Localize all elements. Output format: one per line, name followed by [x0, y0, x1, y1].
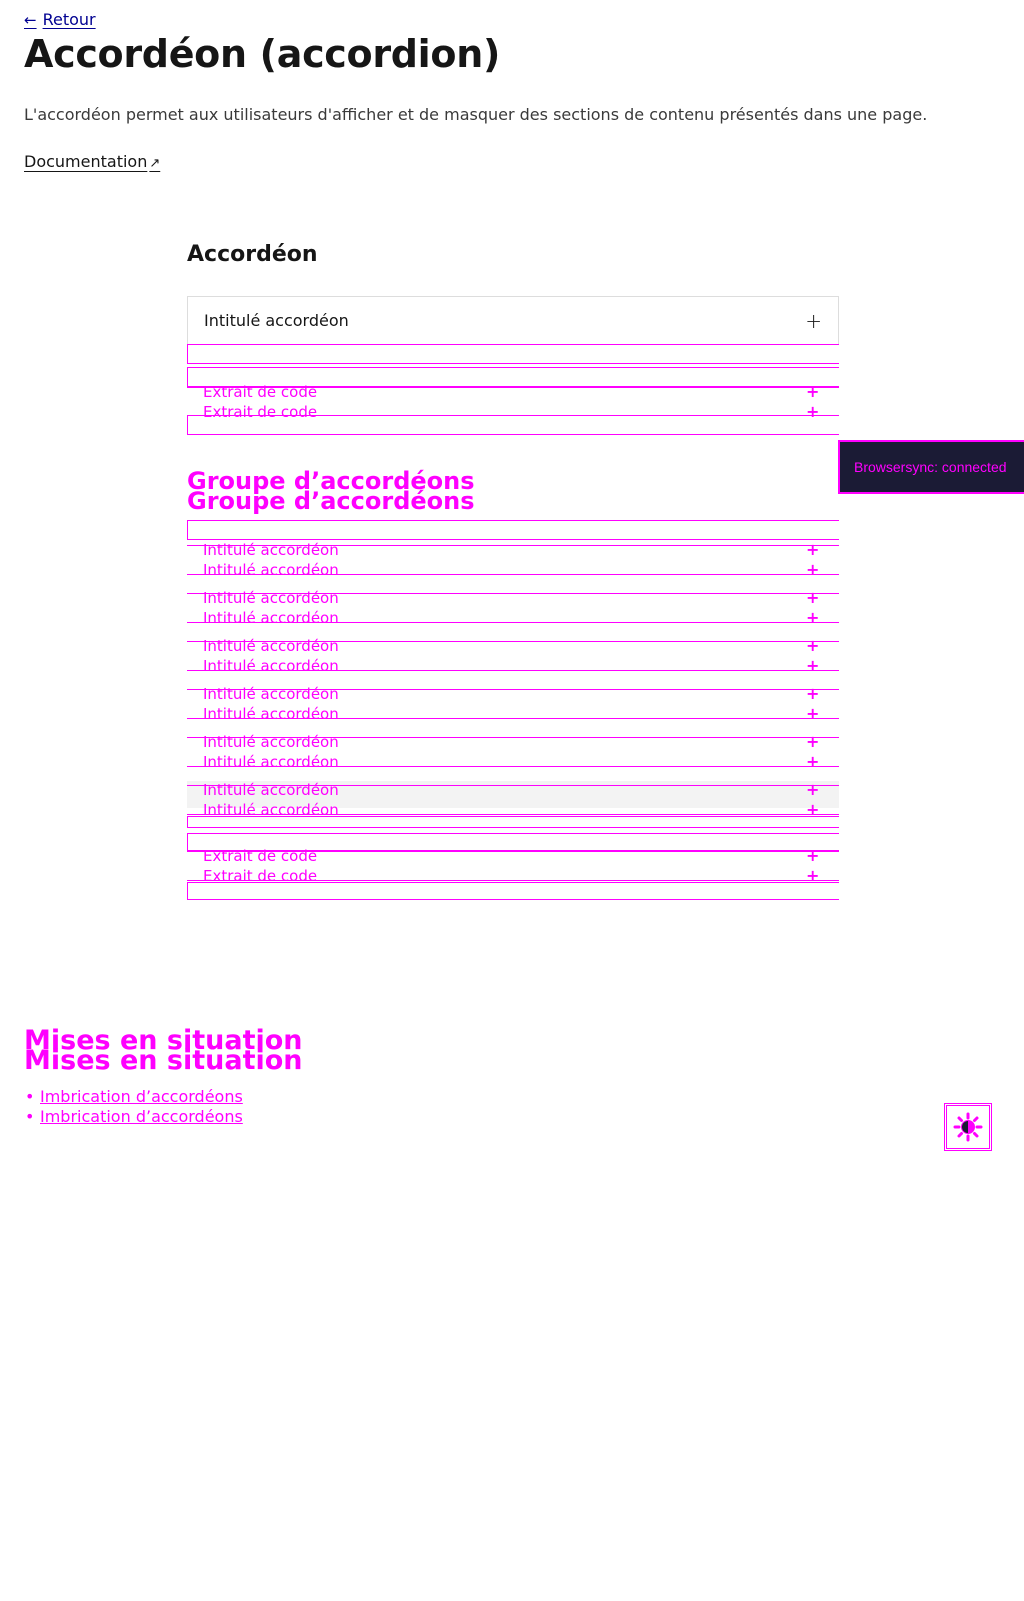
section-title-situations: Mises en situation: [24, 1045, 303, 1076]
back-link[interactable]: ← Retour: [24, 10, 96, 29]
browsersync-message: Browsersync: connected: [854, 459, 1007, 475]
accordion-label[interactable]: Intitulé accordéon: [203, 589, 339, 607]
plus-icon: +: [806, 608, 820, 627]
sun-contrast-icon: [953, 1112, 983, 1142]
plus-icon: +: [806, 752, 820, 771]
debug-outline: [187, 415, 839, 435]
debug-outline: [187, 344, 839, 364]
theme-toggle-button[interactable]: [944, 1103, 992, 1151]
debug-outline: [187, 880, 839, 881]
accordion-label[interactable]: Intitulé accordéon: [203, 685, 339, 703]
accordion-label[interactable]: Intitulé accordéon: [203, 705, 339, 723]
theme-toggle-inner: [946, 1105, 990, 1149]
debug-outline: [187, 814, 839, 815]
debug-outline: [187, 766, 839, 767]
debug-outline: [187, 574, 839, 575]
code-toggle-label[interactable]: Extrait de code: [203, 847, 317, 865]
accordion-label[interactable]: Intitulé accordéon: [203, 753, 339, 771]
accordion-label[interactable]: Intitulé accordéon: [203, 657, 339, 675]
page-title: Accordéon (accordion): [24, 32, 501, 76]
nested-accordions-link[interactable]: Imbrication d’accordéons: [40, 1088, 243, 1106]
accordion-label[interactable]: Intitulé accordéon: [203, 637, 339, 655]
accordion-label[interactable]: Intitulé accordéon: [203, 561, 339, 579]
plus-icon: +: [806, 560, 820, 579]
debug-outline: [187, 785, 839, 786]
page-description: L'accordéon permet aux utilisateurs d'af…: [24, 105, 928, 124]
code-toggle-label[interactable]: Extrait de code: [203, 383, 317, 401]
section-title-accordion: Accordéon: [187, 242, 318, 267]
debug-outline: [187, 670, 839, 671]
list-bullet: •: [25, 1107, 35, 1126]
debug-outline: [187, 882, 839, 900]
accordion-label[interactable]: Intitulé accordéon: [203, 781, 339, 799]
documentation-link-label: Documentation: [24, 152, 148, 171]
plus-icon: +: [806, 656, 820, 675]
nested-accordions-link[interactable]: Imbrication d’accordéons: [40, 1108, 243, 1126]
debug-outline: [187, 545, 839, 546]
accordion-label: Intitulé accordéon: [204, 311, 349, 330]
debug-outline: [187, 816, 839, 828]
debug-outline: [187, 737, 839, 738]
back-link-label: Retour: [42, 10, 96, 29]
external-link-icon: ↗: [149, 156, 161, 171]
accordion-label[interactable]: Intitulé accordéon: [203, 733, 339, 751]
plus-icon: +: [806, 704, 820, 723]
plus-icon: +: [806, 382, 820, 401]
accordion-label[interactable]: Intitulé accordéon: [203, 609, 339, 627]
browsersync-notification: Browsersync: connected: [838, 440, 1024, 494]
plus-icon: +: [805, 308, 822, 333]
debug-outline: [187, 520, 839, 540]
documentation-link[interactable]: Documentation ↗: [24, 152, 160, 171]
list-bullet: •: [25, 1087, 35, 1106]
accordion-button[interactable]: Intitulé accordéon +: [187, 296, 839, 344]
arrow-left-icon: ←: [24, 10, 37, 29]
debug-outline: [187, 689, 839, 690]
debug-outline: [187, 593, 839, 594]
section-title-group: Groupe d’accordéons: [187, 487, 475, 515]
debug-outline: [187, 641, 839, 642]
debug-outline: [187, 718, 839, 719]
accordion-label[interactable]: Intitulé accordéon: [203, 541, 339, 559]
debug-outline: [187, 622, 839, 623]
debug-outline: [187, 851, 839, 852]
